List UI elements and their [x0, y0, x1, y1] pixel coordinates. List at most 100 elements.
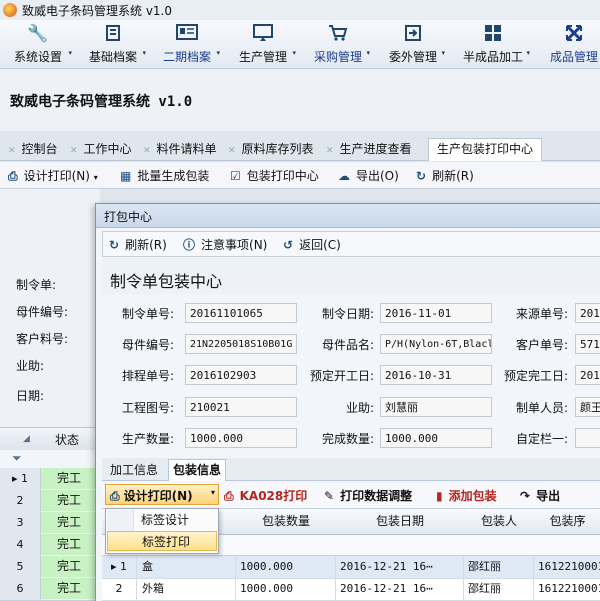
- table-row[interactable]: 3 完工: [0, 512, 100, 535]
- schedule-no-field[interactable]: 2016102903: [185, 365, 297, 385]
- menu-item-label-design[interactable]: 标签设计: [107, 510, 217, 530]
- close-icon[interactable]: ✕: [228, 146, 236, 156]
- plan-start-field[interactable]: 2016-10-31: [380, 365, 492, 385]
- table-row[interactable]: 6 完工: [0, 578, 100, 601]
- table-row[interactable]: 4 完工: [0, 534, 100, 557]
- close-icon[interactable]: ✕: [70, 146, 78, 156]
- printer-icon: ⎙: [8, 169, 18, 183]
- ribbon-basic-archive[interactable]: 基础档案 ▾: [86, 22, 146, 66]
- document-tabs: ✕ 控制台 ✕ 工作中心 ✕ 料件请料单 ✕ 原料库存列表 ✕ 生产进度查看 生产包装打印…: [0, 136, 600, 161]
- menu-item-label-print[interactable]: 标签打印: [107, 531, 217, 551]
- ribbon-finished-goods[interactable]: 成品管理: [548, 22, 600, 66]
- status-column-header[interactable]: 状态: [55, 431, 79, 448]
- main-toolbar: ⎙ 设计打印(N) ▾ ▦ 批量生成包装 ☑ 包装打印中心 ☁ 导出(O) ↻ 刷新(R): [0, 162, 600, 189]
- completed-qty-field[interactable]: 1000.000: [380, 428, 492, 448]
- design-print-button[interactable]: ⎙ 设计打印(N) ▾: [8, 167, 98, 184]
- parent-name-field[interactable]: P/H(Nylon-6T,Blacl: [380, 334, 492, 354]
- pencil-icon: ✎: [324, 489, 335, 503]
- tab-pack-info[interactable]: 包装信息: [168, 459, 227, 481]
- refresh-icon: ↻: [109, 238, 120, 252]
- cross-arrows-icon: [565, 24, 583, 44]
- tab-material-request[interactable]: ✕ 料件请料单: [143, 140, 217, 160]
- ribbon-system-settings[interactable]: 🔧 系统设置 ▾: [10, 22, 72, 66]
- table-row[interactable]: ▸ 1 盒 1000.000 2016-12-21 16⋯ 邵红丽 161221…: [102, 556, 600, 579]
- batch-generate-button[interactable]: ▦ 批量生成包装: [120, 167, 209, 184]
- chevron-down-icon[interactable]: ▾: [94, 173, 98, 182]
- ribbon-purchase[interactable]: 采购管理 ▾: [312, 22, 370, 66]
- production-qty-field[interactable]: 1000.000: [185, 428, 297, 448]
- tab-pack-print-center[interactable]: 生产包装打印中心: [428, 138, 543, 161]
- production-qty-label: 生产数量:: [121, 432, 174, 446]
- table-row[interactable]: ▸ 1 完工: [0, 468, 100, 491]
- tab-work-center[interactable]: ✕ 工作中心: [70, 140, 132, 160]
- pack-seq-column-header[interactable]: 包装序: [534, 509, 600, 535]
- tab-console[interactable]: ✕ 控制台: [8, 140, 58, 160]
- parent-no-field[interactable]: 21N2205018S10B01G: [185, 334, 297, 354]
- schedule-no-label: 排程单号:: [121, 369, 174, 383]
- custom-field-label: 自定栏一:: [515, 432, 568, 446]
- card-icon: [176, 24, 198, 44]
- book-icon: [104, 24, 122, 44]
- cart-icon: [328, 24, 348, 44]
- add-package-button[interactable]: ▮ 添加包装: [436, 487, 497, 504]
- assistant-field[interactable]: 刘慧丽: [380, 397, 492, 417]
- pack-qty-column-header[interactable]: 包装数量: [236, 509, 337, 535]
- parent-name-label: 母件品名:: [321, 338, 374, 352]
- undo-icon: ↺: [283, 238, 294, 252]
- customer-no-field[interactable]: 571: [575, 334, 600, 354]
- order-no-label: 制令单号:: [121, 307, 174, 321]
- table-row[interactable]: 5 完工: [0, 556, 100, 579]
- close-icon[interactable]: ✕: [326, 146, 334, 156]
- assistant-label: 业助:: [345, 401, 374, 415]
- window-title: 致威电子条码管理系统 v1.0: [22, 4, 173, 18]
- pack-design-print-button[interactable]: ⎙ 设计打印(N) ▾: [105, 484, 219, 505]
- app-title: 致威电子条码管理系统 v1.0: [10, 94, 193, 110]
- order-date-field[interactable]: 2016-11-01: [380, 303, 492, 323]
- filter-icon[interactable]: ⏷: [12, 451, 22, 466]
- tab-raw-inventory[interactable]: ✕ 原料库存列表: [228, 140, 314, 160]
- pack-print-center-button[interactable]: ☑ 包装打印中心: [230, 167, 319, 184]
- info-icon: ⓘ: [183, 238, 196, 252]
- export-button[interactable]: ☁ 导出(O): [338, 167, 399, 184]
- custom-field[interactable]: [575, 428, 600, 448]
- maker-field[interactable]: 颜王: [575, 397, 600, 417]
- drawing-no-label: 工程图号:: [121, 401, 174, 415]
- table-row[interactable]: 2 完工: [0, 490, 100, 513]
- adjust-print-data-button[interactable]: ✎ 打印数据调整: [324, 487, 412, 504]
- checkbox-icon: ☑: [230, 169, 241, 183]
- pack-date-column-header[interactable]: 包装日期: [336, 509, 465, 535]
- dialog-heading-area: 制令单包装中心: [102, 258, 600, 294]
- monitor-icon: [253, 24, 273, 44]
- ribbon-production[interactable]: 生产管理 ▾: [236, 22, 296, 66]
- tab-process-info[interactable]: 加工信息: [110, 461, 158, 478]
- chevron-down-icon[interactable]: ▾: [211, 488, 215, 497]
- parent-no-label: 母件编号:: [121, 338, 174, 352]
- ka028-print-button[interactable]: ⎙ KA028打印: [224, 487, 307, 504]
- dialog-title-bar[interactable]: 打包中心: [96, 204, 600, 228]
- order-no-field[interactable]: 20161101065: [185, 303, 297, 323]
- packer-column-header[interactable]: 包装人: [464, 509, 535, 535]
- close-icon[interactable]: ✕: [8, 146, 16, 156]
- ribbon-semi-finished[interactable]: 半成品加工 ▾: [462, 22, 530, 66]
- pack-export-button[interactable]: ↷ 导出: [520, 487, 560, 504]
- app-logo-icon: [3, 3, 17, 17]
- filter-label-parent: 母件编号:: [16, 305, 69, 319]
- refresh-button[interactable]: ↻ 刷新(R): [416, 167, 474, 184]
- drawing-no-field[interactable]: 210021: [185, 397, 297, 417]
- close-icon[interactable]: ✕: [143, 146, 151, 156]
- filter-label-date: 日期:: [16, 389, 45, 403]
- completed-qty-label: 完成数量:: [321, 432, 374, 446]
- ribbon-phase2-archive[interactable]: 二期档案 ▾: [160, 22, 220, 66]
- source-no-field[interactable]: 2016: [575, 303, 600, 323]
- export-icon: [404, 24, 422, 44]
- customer-no-label: 客户单号:: [515, 338, 568, 352]
- cloud-upload-icon: ☁: [338, 169, 350, 183]
- printer-icon: ⎙: [224, 489, 234, 503]
- dialog-refresh-button[interactable]: ↻ 刷新(R): [109, 236, 167, 253]
- back-button[interactable]: ↺ 返回(C): [283, 236, 341, 253]
- tab-production-progress[interactable]: ✕ 生产进度查看: [326, 140, 412, 160]
- notice-button[interactable]: ⓘ 注意事项(N): [183, 236, 267, 253]
- ribbon-outsource[interactable]: 委外管理 ▾: [387, 22, 445, 66]
- plan-end-field[interactable]: 2016: [575, 365, 600, 385]
- table-row[interactable]: 2 外箱 1000.000 2016-12-21 16⋯ 邵红丽 1612210…: [102, 578, 600, 601]
